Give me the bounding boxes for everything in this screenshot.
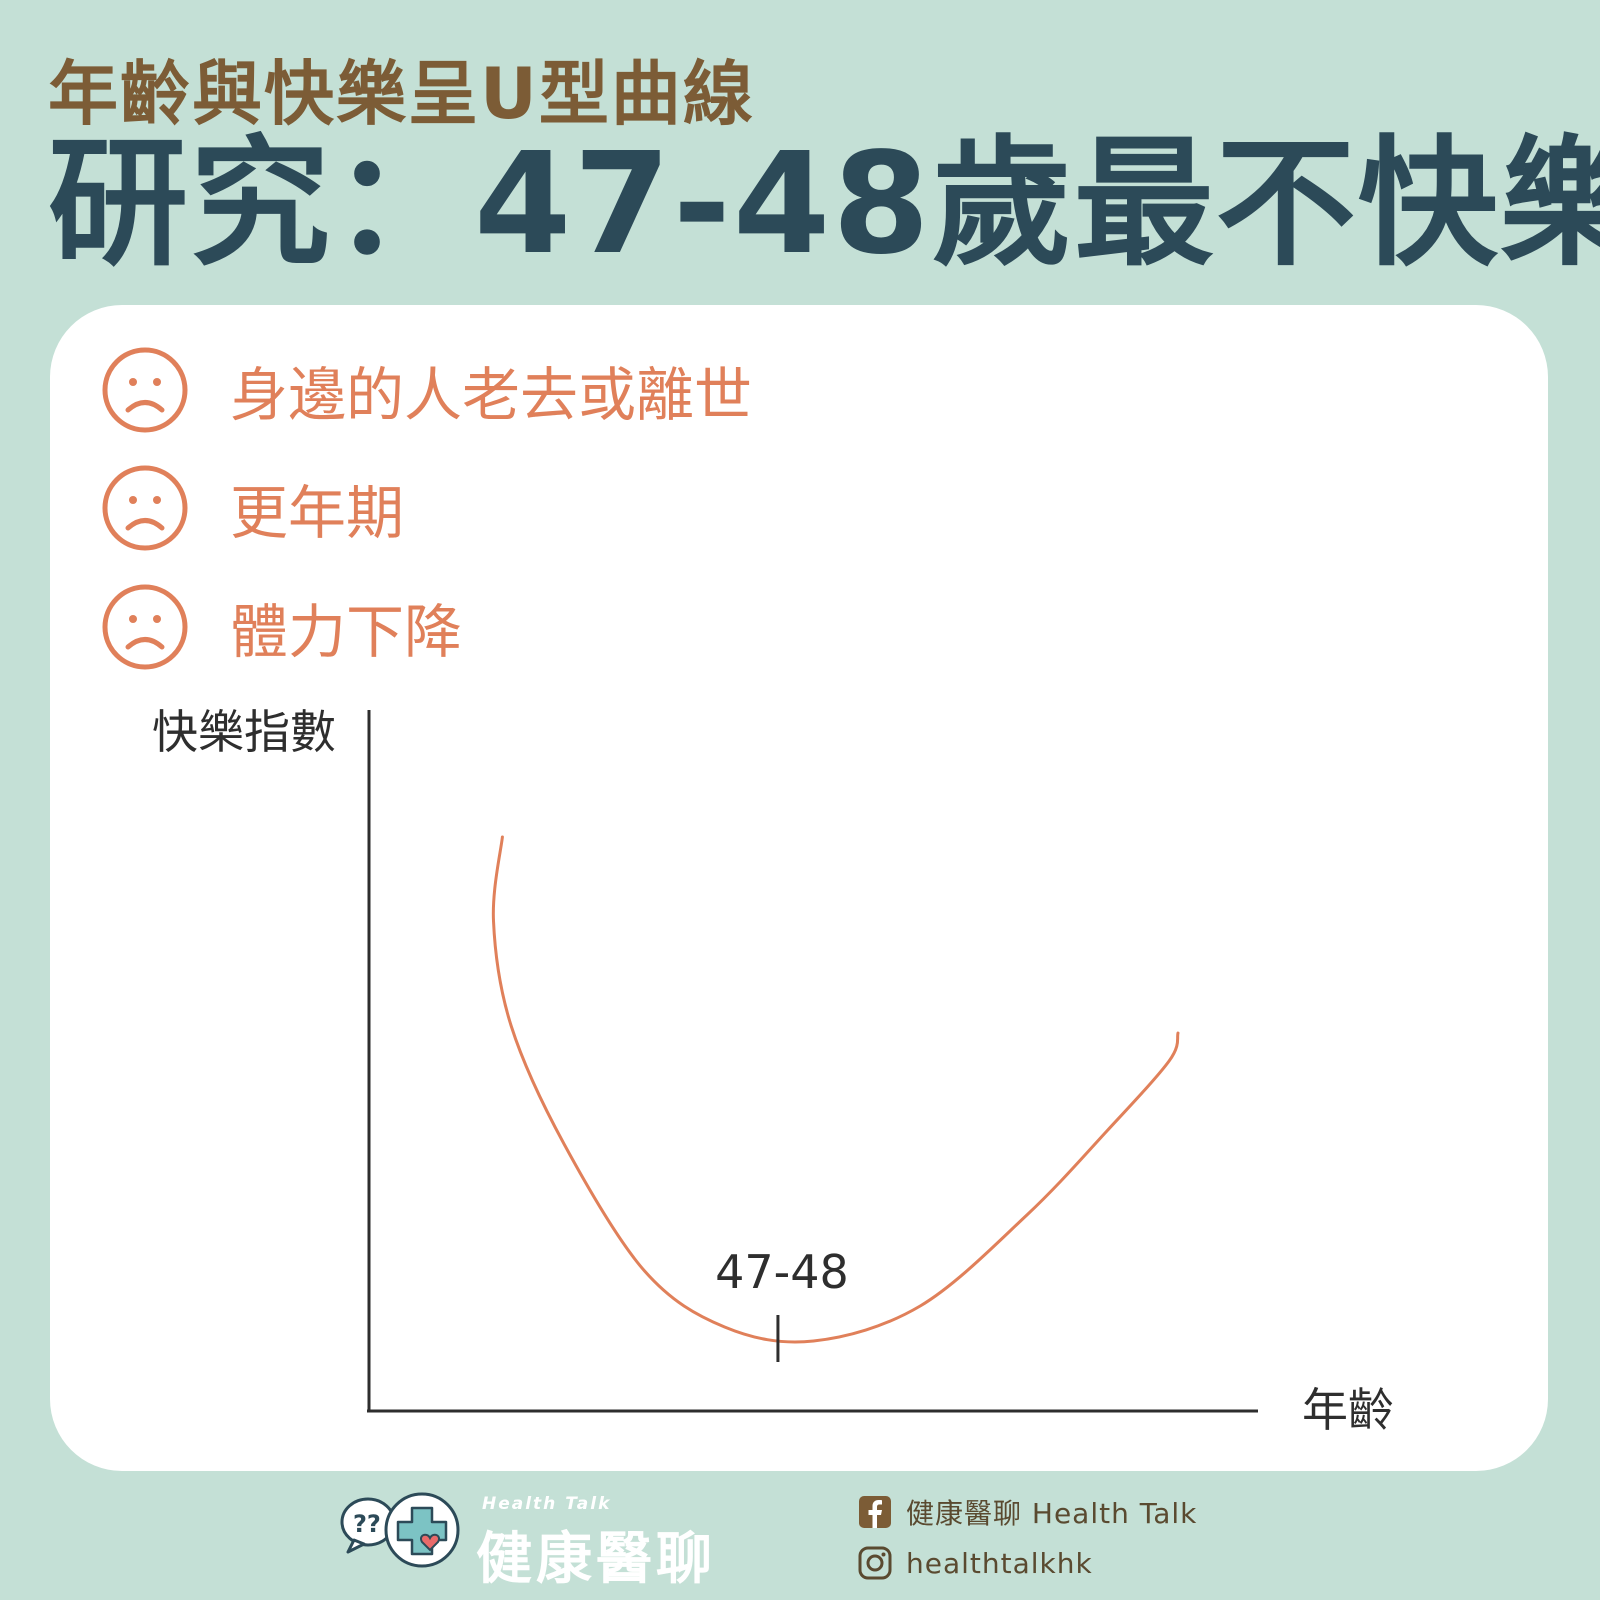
facebook-handle: 健康醫聊 Health Talk — [906, 1497, 1198, 1530]
brand-name-zh: 健康醫聊 — [476, 1527, 716, 1592]
health-talk-logo-icon: ?? — [340, 1492, 460, 1568]
minimum-annotation: 47-48 — [715, 1245, 849, 1299]
facebook-icon — [859, 1496, 891, 1528]
instagram-link[interactable]: healthtalkhk — [858, 1543, 1093, 1583]
brand-name-en: Health Talk — [482, 1494, 612, 1514]
y-axis-label: 快樂指數 — [152, 705, 336, 759]
facebook-link[interactable]: 健康醫聊 Health Talk — [858, 1492, 1197, 1532]
svg-text:??: ?? — [353, 1510, 381, 1538]
x-axis-label: 年齡 — [1302, 1383, 1394, 1437]
instagram-handle: healthtalkhk — [906, 1546, 1093, 1580]
instagram-icon — [858, 1546, 892, 1580]
u-curve-chart: 快樂指數 年齡 47-48 — [152, 705, 1394, 1437]
